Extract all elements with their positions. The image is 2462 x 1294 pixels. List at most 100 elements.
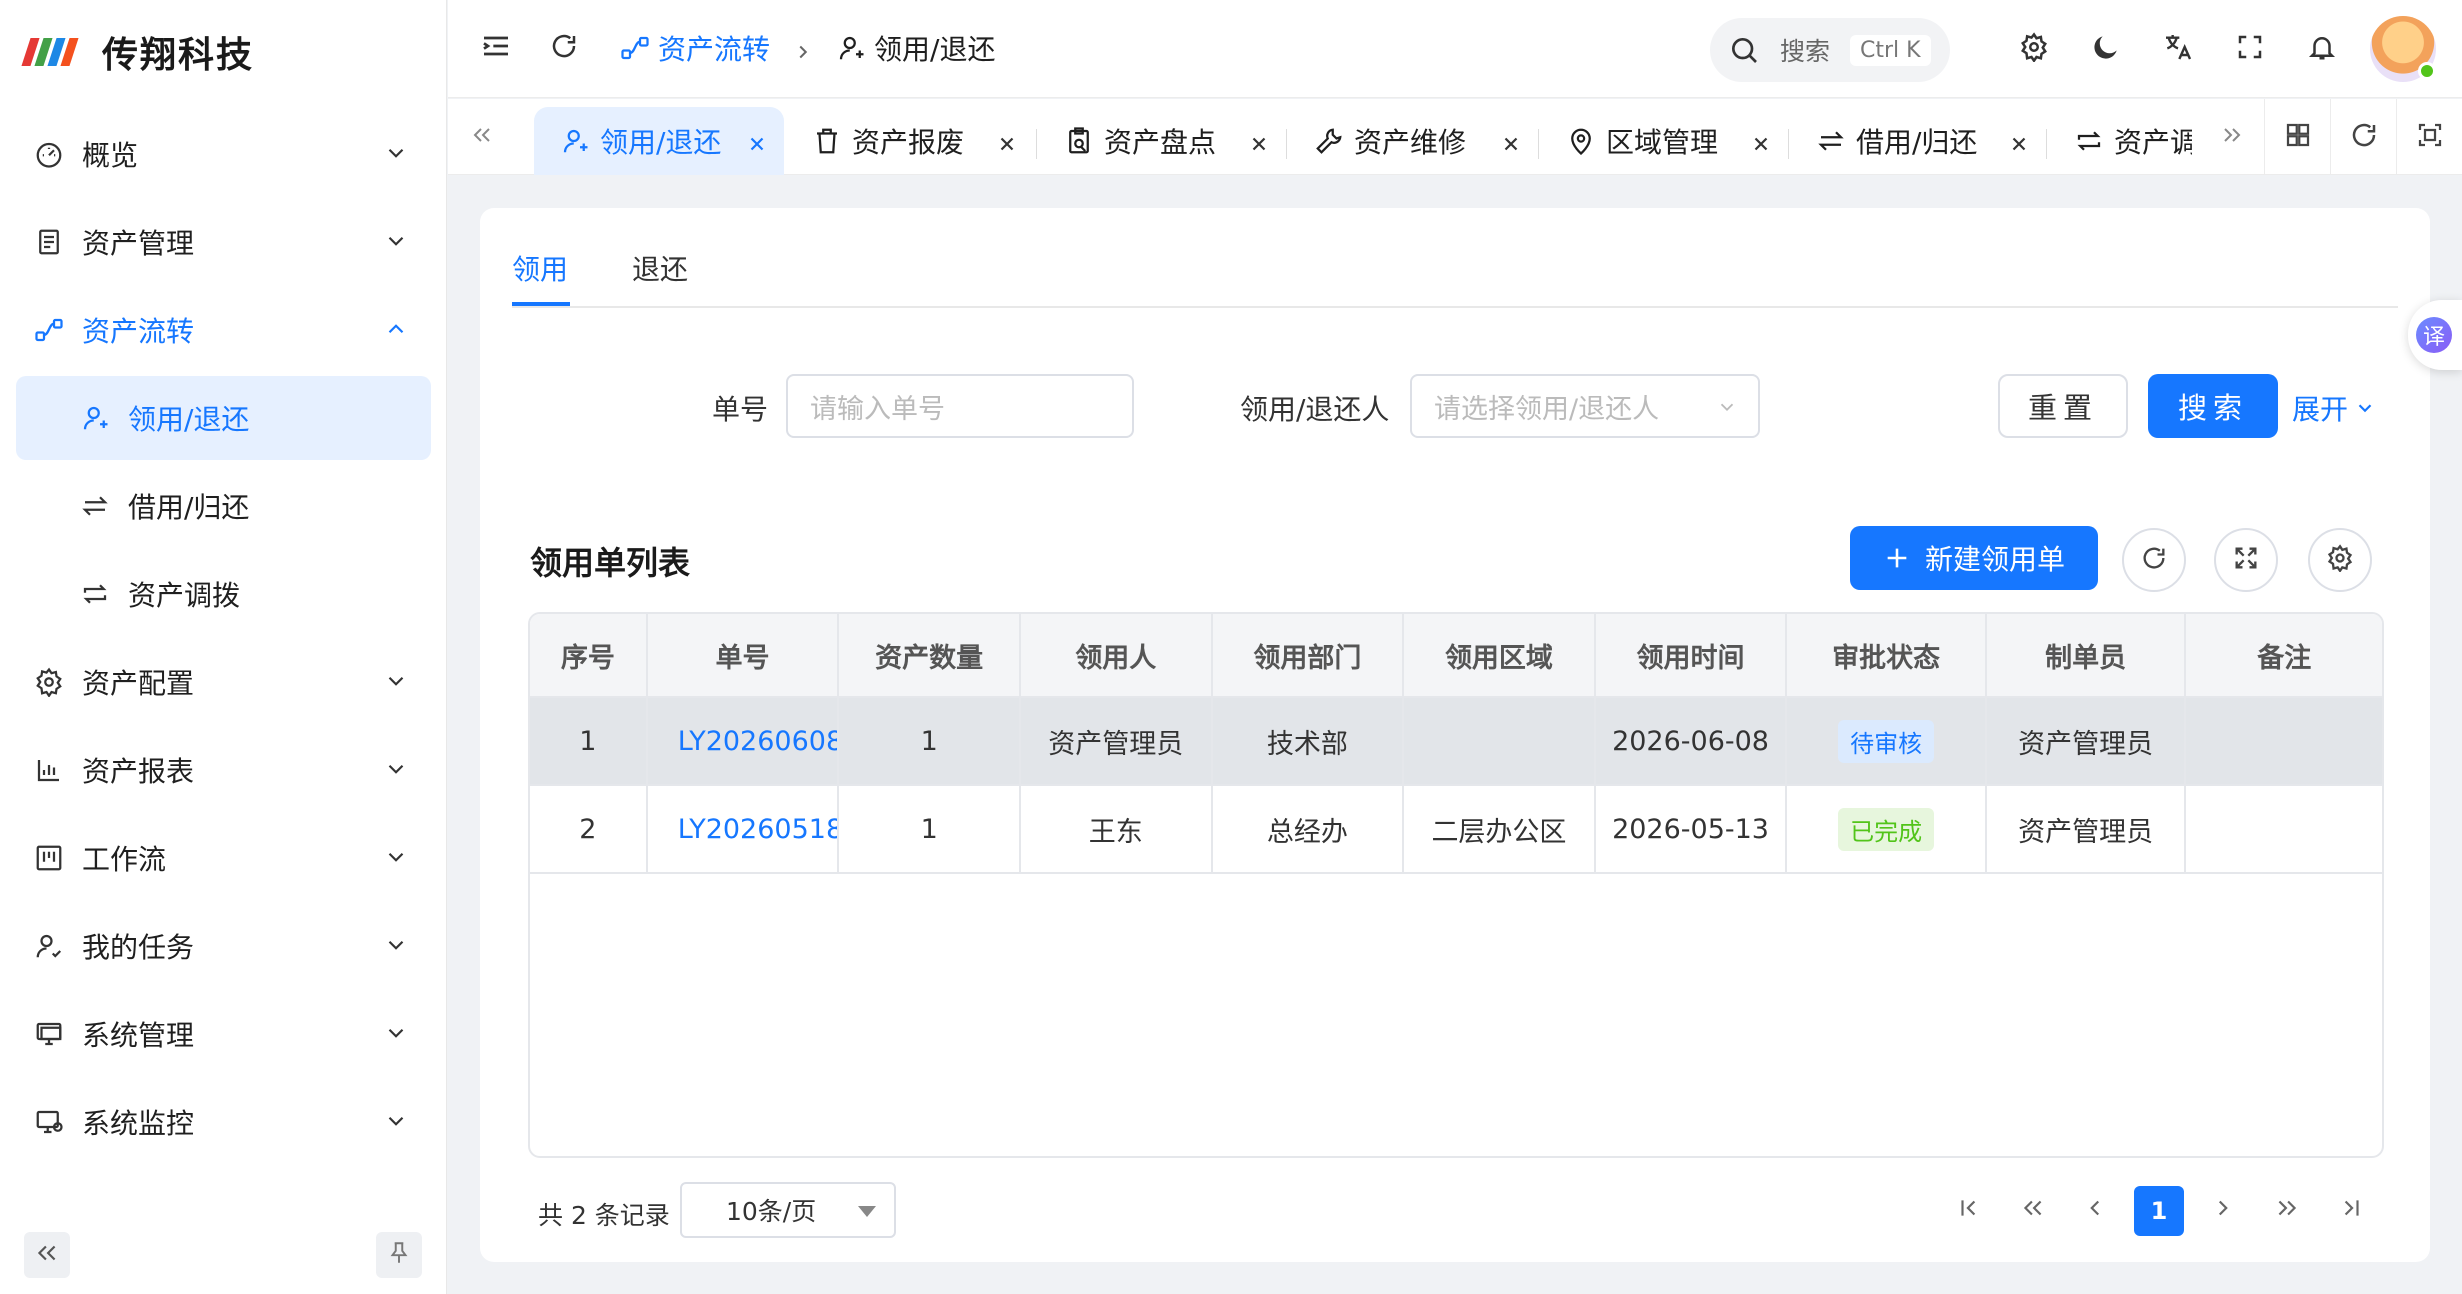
- chevron-down-icon: [383, 844, 409, 870]
- close-icon[interactable]: [1248, 129, 1270, 151]
- col-header[interactable]: 领用时间: [1596, 614, 1788, 696]
- pin-sidebar-button[interactable]: [376, 1232, 422, 1278]
- tab-borrow-return[interactable]: 借用/归还: [1790, 107, 2046, 175]
- tab-asset-repair[interactable]: 资产维修: [1288, 107, 1538, 175]
- sidebar-item-requisition-return[interactable]: 领用/退还: [16, 376, 431, 460]
- user-icon: [560, 126, 590, 156]
- translate-icon: [2162, 31, 2194, 67]
- app-logo[interactable]: 传翔科技: [21, 22, 255, 82]
- tab-divider: [1538, 129, 1539, 159]
- tab-asset-transfer[interactable]: 资产调: [2048, 107, 2192, 175]
- reset-button-label: 重置: [2027, 391, 2098, 425]
- sidebar-item-asset-config[interactable]: 资产配置: [16, 640, 431, 724]
- language-button[interactable]: [2156, 27, 2200, 71]
- table-settings-button[interactable]: [2308, 528, 2372, 592]
- tab-asset-scrap[interactable]: 资产报废: [786, 107, 1034, 175]
- person-select[interactable]: 请选择领用/退还人: [1410, 374, 1760, 438]
- search-label: 搜索: [1780, 37, 1831, 66]
- col-header[interactable]: 领用部门: [1213, 614, 1405, 696]
- page-size-select[interactable]: 10条/页: [680, 1182, 896, 1238]
- chevron-down-icon: [383, 140, 409, 166]
- col-header[interactable]: 制单员: [1987, 614, 2187, 696]
- wrench-icon: [1314, 126, 1344, 156]
- settings-button[interactable]: [2012, 27, 2056, 71]
- sidebar-item-asset-management[interactable]: 资产管理: [16, 200, 431, 284]
- col-header[interactable]: 备注: [2186, 614, 2382, 696]
- col-header[interactable]: 审批状态: [1787, 614, 1987, 696]
- col-header[interactable]: 序号: [530, 614, 648, 696]
- prev-jump-button[interactable]: [2008, 1186, 2058, 1236]
- breadcrumb-item-asset-flow[interactable]: 资产流转: [620, 28, 770, 68]
- sidebar-item-overview[interactable]: 概览: [16, 112, 431, 196]
- subtab-label: 领用: [512, 253, 569, 286]
- user-avatar[interactable]: [2370, 16, 2436, 82]
- app-name: 传翔科技: [102, 35, 255, 76]
- cell-area: 二层办公区: [1404, 786, 1596, 872]
- col-header[interactable]: 领用人: [1021, 614, 1213, 696]
- search-button[interactable]: 搜索: [2148, 374, 2278, 438]
- order-no-input[interactable]: 请输入单号: [786, 374, 1134, 438]
- tab-asset-inventory[interactable]: 资产盘点: [1038, 107, 1286, 175]
- fullscreen-button[interactable]: [2228, 27, 2272, 71]
- new-requisition-button[interactable]: 新建领用单: [1850, 526, 2098, 590]
- sidebar: 传翔科技 概览 资产管理 资产流转 领用/退还 借用/归还 资产调拨 资产配置 …: [0, 0, 447, 1294]
- expand-filters-button[interactable]: 展开: [2292, 388, 2376, 428]
- tab-label: 区域管理: [1606, 126, 1719, 159]
- tabs-scroll-left[interactable]: [460, 113, 504, 161]
- prev-page-button[interactable]: [2070, 1186, 2120, 1236]
- caret-down-icon: [858, 1206, 876, 1217]
- last-page-icon: [2338, 1195, 2364, 1227]
- sidebar-item-my-tasks[interactable]: 我的任务: [16, 904, 431, 988]
- top-header: 资产流转 领用/退还 搜索 Ctrl K: [448, 0, 2462, 98]
- dark-mode-toggle[interactable]: [2084, 27, 2128, 71]
- sidebar-item-label: 资产管理: [82, 227, 195, 260]
- table-fullscreen-button[interactable]: [2214, 528, 2278, 592]
- close-icon[interactable]: [1750, 129, 1772, 151]
- page-number-button[interactable]: 1: [2134, 1186, 2184, 1236]
- sidebar-item-system-management[interactable]: 系统管理: [16, 992, 431, 1076]
- subtab-requisition[interactable]: 领用: [512, 248, 568, 288]
- sidebar-item-asset-transfer[interactable]: 资产调拨: [16, 552, 431, 636]
- cell-order-no-link[interactable]: LY20260518: [648, 786, 840, 872]
- sidebar-item-asset-reports[interactable]: 资产报表: [16, 728, 431, 812]
- close-icon[interactable]: [996, 129, 1018, 151]
- tabs-scroll-right[interactable]: [2210, 113, 2254, 161]
- tab-requisition-return[interactable]: 领用/退还: [534, 107, 784, 175]
- table-row[interactable]: 2 LY20260518 1 王东 总经办 二层办公区 2026-05-13 已…: [530, 786, 2382, 874]
- next-jump-button[interactable]: [2262, 1186, 2312, 1236]
- close-icon[interactable]: [2008, 129, 2030, 151]
- menu-toggle-button[interactable]: [474, 26, 518, 70]
- new-button-label: 新建领用单: [1924, 543, 2065, 576]
- reset-button[interactable]: 重置: [1998, 374, 2128, 438]
- collapse-sidebar-button[interactable]: [24, 1232, 70, 1278]
- notifications-button[interactable]: [2300, 27, 2344, 71]
- subtab-return[interactable]: 退还: [632, 248, 688, 288]
- cell-dept: 技术部: [1213, 698, 1405, 784]
- col-header[interactable]: 领用区域: [1404, 614, 1596, 696]
- cell-order-no-link[interactable]: LY20260608: [648, 698, 840, 784]
- sidebar-item-system-monitor[interactable]: 系统监控: [16, 1080, 431, 1164]
- sidebar-item-asset-flow[interactable]: 资产流转: [16, 288, 431, 372]
- cell-dept: 总经办: [1213, 786, 1405, 872]
- table-refresh-button[interactable]: [2122, 528, 2186, 592]
- tab-menu-button[interactable]: [2264, 99, 2330, 175]
- next-page-button[interactable]: [2198, 1186, 2248, 1236]
- sidebar-item-borrow-return[interactable]: 借用/归还: [16, 464, 431, 548]
- last-page-button[interactable]: [2326, 1186, 2376, 1236]
- gear-icon: [34, 667, 64, 697]
- table-row[interactable]: 1 LY20260608 1 资产管理员 技术部 2026-06-08 待审核 …: [530, 698, 2382, 786]
- refresh-button[interactable]: [542, 26, 586, 70]
- sidebar-item-label: 系统管理: [82, 1019, 195, 1052]
- cell-qty: 1: [839, 698, 1021, 784]
- tab-maximize-button[interactable]: [2396, 99, 2462, 175]
- global-search[interactable]: 搜索 Ctrl K: [1710, 18, 1950, 82]
- asset-flow-submenu: 领用/退还 借用/归还 资产调拨: [16, 376, 431, 636]
- first-page-button[interactable]: [1944, 1186, 1994, 1236]
- tab-refresh-button[interactable]: [2330, 99, 2396, 175]
- tab-area-management[interactable]: 区域管理: [1540, 107, 1788, 175]
- close-icon[interactable]: [746, 129, 768, 151]
- close-icon[interactable]: [1500, 129, 1522, 151]
- sidebar-item-workflow[interactable]: 工作流: [16, 816, 431, 900]
- col-header[interactable]: 单号: [648, 614, 840, 696]
- col-header[interactable]: 资产数量: [839, 614, 1021, 696]
